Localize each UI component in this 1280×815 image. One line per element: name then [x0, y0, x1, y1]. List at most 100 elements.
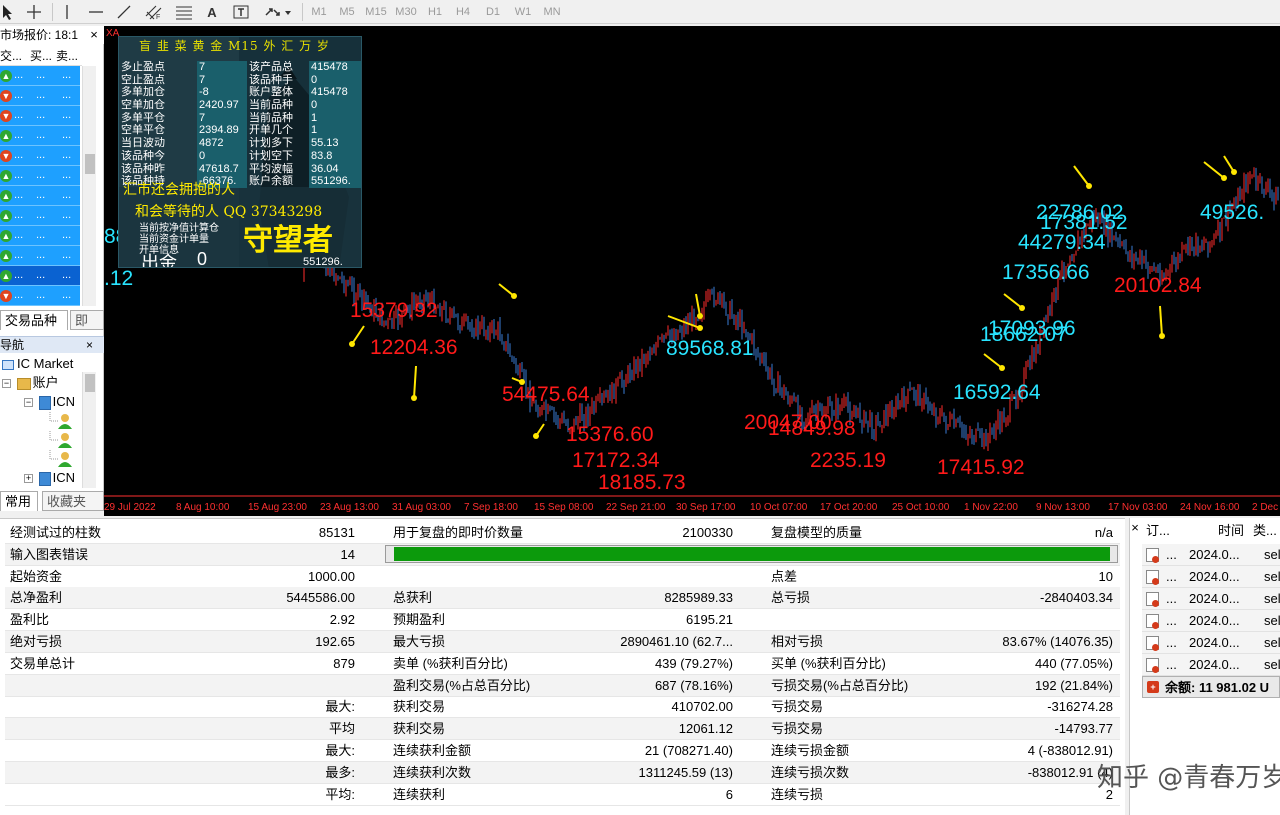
panel-cell-v2: 551296.: [309, 175, 361, 188]
navigator-server-1[interactable]: − ICN: [24, 393, 75, 411]
panel-big-title: 守望者: [243, 223, 333, 258]
market-watch-row[interactable]: ▲.........: [0, 266, 80, 286]
column-symbol[interactable]: 交...: [0, 46, 22, 66]
market-watch-row[interactable]: ▲.........: [0, 166, 80, 186]
account-user-icon[interactable]: [48, 412, 74, 430]
navigator-accounts[interactable]: − 账户: [2, 374, 59, 392]
close-icon[interactable]: ×: [86, 26, 102, 44]
fibonacci-icon[interactable]: [172, 2, 196, 22]
order-row[interactable]: ... 2024.0... sell: [1142, 610, 1280, 632]
market-watch-row[interactable]: ▲.........: [0, 206, 80, 226]
report-cell-b: 2.92: [329, 612, 355, 628]
tab-symbols[interactable]: 交易品种: [0, 310, 68, 330]
navigator-server-2[interactable]: + ICN: [24, 469, 75, 487]
report-cell-c: 盈利交易(%占总百分比): [393, 677, 531, 693]
server-icon: [38, 395, 51, 410]
navigator-scrollbar[interactable]: [82, 372, 96, 488]
market-watch-scrollbar[interactable]: [82, 66, 96, 306]
time-tick-label: 17 Oct 20:00: [820, 502, 878, 513]
price-label-cyan: 17093.96: [988, 317, 1076, 340]
price-label-red: 20102.84: [1114, 274, 1202, 297]
market-watch-cell: ...: [62, 189, 72, 201]
signal-arrow-head: [1086, 183, 1092, 189]
signal-arrow: [983, 353, 1003, 369]
text-icon[interactable]: A: [204, 2, 220, 22]
signal-arrow: [1159, 305, 1163, 337]
account-user-icon[interactable]: [48, 450, 74, 468]
column-bid[interactable]: 买...: [30, 46, 52, 66]
close-icon[interactable]: ×: [86, 337, 93, 354]
price-label-red: 15379.92: [350, 299, 438, 322]
price-up-icon: ▲: [0, 170, 12, 182]
vertical-line-icon[interactable]: [58, 2, 76, 22]
order-cell-time: 2024.0...: [1189, 613, 1240, 628]
market-watch-row[interactable]: ▲.........: [0, 246, 80, 266]
crosshair-icon[interactable]: [24, 2, 44, 22]
report-cell-e: 连续亏损次数: [771, 764, 850, 780]
order-row[interactable]: ... 2024.0... sell: [1142, 588, 1280, 610]
period-m5[interactable]: M5: [336, 4, 358, 20]
tab-common[interactable]: 常用: [0, 491, 38, 511]
period-w1[interactable]: W1: [512, 4, 534, 20]
scroll-thumb[interactable]: [85, 154, 95, 174]
period-d1[interactable]: D1: [482, 4, 504, 20]
report-row: 交易单总计 879 卖单 (%获利百分比) 439 (79.27%) 买单 (%获利百分…: [5, 653, 1120, 675]
market-watch-row[interactable]: ▼.........: [0, 106, 80, 126]
tab-favorites[interactable]: 收藏夹: [42, 491, 104, 511]
market-watch-row[interactable]: ▼.........: [0, 146, 80, 166]
toolbar-separator: [52, 3, 53, 21]
tab-tick-chart[interactable]: 即: [70, 310, 104, 330]
panel-cell-v2: 415478: [309, 86, 361, 100]
expand-icon[interactable]: −: [24, 398, 33, 408]
channel-icon[interactable]: F: [142, 2, 166, 22]
report-cell-c: 获利交易: [393, 699, 446, 715]
market-watch-row[interactable]: ▲.........: [0, 126, 80, 146]
report-cell-e: 点差: [771, 568, 798, 584]
column-order[interactable]: 订...: [1146, 520, 1170, 542]
market-watch-row[interactable]: ▲.........: [0, 226, 80, 246]
market-watch-row[interactable]: ▼.........: [0, 286, 80, 306]
order-row[interactable]: ... 2024.0... sell: [1142, 566, 1280, 588]
column-ask[interactable]: 卖...: [56, 46, 78, 66]
expand-icon[interactable]: +: [24, 474, 33, 484]
report-cell-a: 经测试过的柱数: [10, 525, 102, 540]
horizontal-line-icon[interactable]: [86, 2, 106, 22]
scroll-thumb[interactable]: [85, 374, 95, 392]
signal-arrow-head: [697, 313, 703, 319]
report-cell-e: 复盘模型的质量: [771, 525, 863, 540]
price-label-cyan: 16592.64: [953, 381, 1041, 404]
period-m30[interactable]: M30: [394, 4, 418, 20]
order-row[interactable]: ... 2024.0... sell: [1142, 654, 1280, 676]
order-row[interactable]: ... 2024.0... sell: [1142, 544, 1280, 566]
panel-cell-k: 空单平仓: [121, 124, 165, 137]
report-cell-a: 绝对亏损: [10, 634, 63, 649]
period-h4[interactable]: H4: [452, 4, 474, 20]
period-mn[interactable]: MN: [540, 4, 564, 20]
market-watch-cell: ...: [14, 129, 24, 141]
account-user-icon[interactable]: [48, 431, 74, 449]
report-cell-f: -2840403.34: [1039, 590, 1113, 606]
cursor-icon[interactable]: [0, 2, 16, 22]
report-cell-a: 盈利比: [10, 612, 50, 628]
period-m1[interactable]: M1: [308, 4, 330, 20]
time-tick-label: 9 Nov 13:00: [1036, 502, 1090, 513]
period-m15[interactable]: M15: [364, 4, 388, 20]
report-cell-a: 总净盈利: [10, 590, 63, 606]
navigator-root[interactable]: IC Market: [2, 355, 73, 373]
signal-arrow-head: [1019, 305, 1025, 311]
arrows-dropdown-icon[interactable]: [260, 2, 294, 22]
panel-cell-v2: 0: [309, 73, 361, 87]
expand-icon[interactable]: −: [2, 379, 11, 389]
market-watch-row[interactable]: ▼.........: [0, 86, 80, 106]
period-h1[interactable]: H1: [424, 4, 446, 20]
market-watch-row[interactable]: ▲.........: [0, 186, 80, 206]
panel-cell-k: 多单加仓: [121, 86, 165, 99]
text-label-icon[interactable]: [230, 2, 252, 22]
report-cell-e: 买单 (%获利百分比): [771, 655, 886, 671]
column-type[interactable]: 类...: [1253, 520, 1277, 542]
market-watch-row[interactable]: ▲.........: [0, 66, 80, 86]
watermark: 知乎 @青春万岁: [1097, 763, 1280, 793]
trendline-icon[interactable]: [114, 2, 134, 22]
order-row[interactable]: ... 2024.0... sell: [1142, 632, 1280, 654]
column-time[interactable]: 时间: [1218, 520, 1244, 542]
